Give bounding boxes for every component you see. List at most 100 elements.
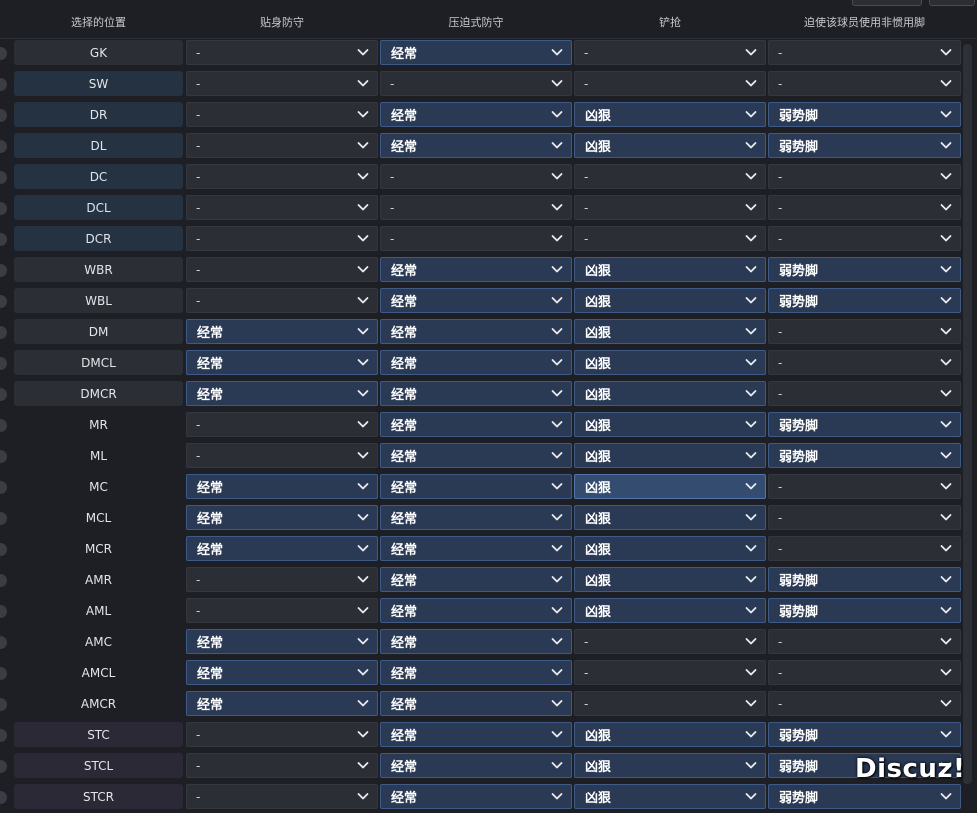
close-marking-dropdown[interactable]: 经常 xyxy=(186,505,378,530)
close-marking-dropdown[interactable]: - xyxy=(186,567,378,592)
weaker-foot-dropdown[interactable]: - xyxy=(768,505,961,530)
pressing-dropdown[interactable]: - xyxy=(380,226,572,251)
weaker-foot-dropdown[interactable]: 弱势脚 xyxy=(768,133,961,158)
close-marking-dropdown[interactable]: 经常 xyxy=(186,536,378,561)
close-marking-dropdown[interactable]: - xyxy=(186,784,378,809)
check-circle-icon[interactable] xyxy=(0,605,7,618)
pressing-dropdown[interactable]: 经常 xyxy=(380,691,572,716)
close-marking-dropdown[interactable]: 经常 xyxy=(186,660,378,685)
tackling-dropdown[interactable]: 凶狠 xyxy=(574,257,766,282)
weaker-foot-dropdown[interactable]: 弱势脚 xyxy=(768,567,961,592)
check-circle-icon[interactable] xyxy=(0,512,7,525)
weaker-foot-dropdown[interactable]: 弱势脚 xyxy=(768,598,961,623)
pressing-dropdown[interactable]: 经常 xyxy=(380,102,572,127)
close-marking-dropdown[interactable]: 经常 xyxy=(186,629,378,654)
close-marking-dropdown[interactable]: 经常 xyxy=(186,350,378,375)
pressing-dropdown[interactable]: 经常 xyxy=(380,257,572,282)
check-circle-icon[interactable] xyxy=(0,698,7,711)
weaker-foot-dropdown[interactable]: - xyxy=(768,474,961,499)
tackling-dropdown[interactable]: 凶狠 xyxy=(574,722,766,747)
scrollbar-thumb[interactable] xyxy=(963,44,972,784)
close-marking-dropdown[interactable]: - xyxy=(186,443,378,468)
pressing-dropdown[interactable]: 经常 xyxy=(380,474,572,499)
weaker-foot-dropdown[interactable]: 弱势脚 xyxy=(768,257,961,282)
close-marking-dropdown[interactable]: 经常 xyxy=(186,474,378,499)
check-circle-icon[interactable] xyxy=(0,760,7,773)
check-circle-icon[interactable] xyxy=(0,729,7,742)
weaker-foot-dropdown[interactable]: 弱势脚 xyxy=(768,722,961,747)
weaker-foot-dropdown[interactable]: - xyxy=(768,40,961,65)
tackling-dropdown[interactable]: - xyxy=(574,629,766,654)
close-marking-dropdown[interactable]: - xyxy=(186,412,378,437)
pressing-dropdown[interactable]: 经常 xyxy=(380,443,572,468)
pressing-dropdown[interactable]: 经常 xyxy=(380,40,572,65)
pressing-dropdown[interactable]: 经常 xyxy=(380,629,572,654)
check-circle-icon[interactable] xyxy=(0,78,7,91)
pressing-dropdown[interactable]: 经常 xyxy=(380,753,572,778)
tackling-dropdown[interactable]: 凶狠 xyxy=(574,474,766,499)
pressing-dropdown[interactable]: 经常 xyxy=(380,567,572,592)
close-marking-dropdown[interactable]: - xyxy=(186,722,378,747)
pressing-dropdown[interactable]: - xyxy=(380,71,572,96)
check-circle-icon[interactable] xyxy=(0,419,7,432)
close-marking-dropdown[interactable]: - xyxy=(186,71,378,96)
close-marking-dropdown[interactable]: - xyxy=(186,133,378,158)
weaker-foot-dropdown[interactable]: 弱势脚 xyxy=(768,288,961,313)
close-marking-dropdown[interactable]: - xyxy=(186,257,378,282)
tackling-dropdown[interactable]: 凶狠 xyxy=(574,567,766,592)
weaker-foot-dropdown[interactable]: 弱势脚 xyxy=(768,412,961,437)
tackling-dropdown[interactable]: - xyxy=(574,226,766,251)
check-circle-icon[interactable] xyxy=(0,264,7,277)
tackling-dropdown[interactable]: 凶狠 xyxy=(574,102,766,127)
close-marking-dropdown[interactable]: - xyxy=(186,226,378,251)
weaker-foot-dropdown[interactable]: - xyxy=(768,691,961,716)
check-circle-icon[interactable] xyxy=(0,481,7,494)
pressing-dropdown[interactable]: 经常 xyxy=(380,598,572,623)
pressing-dropdown[interactable]: - xyxy=(380,164,572,189)
tackling-dropdown[interactable]: 凶狠 xyxy=(574,598,766,623)
pressing-dropdown[interactable]: 经常 xyxy=(380,381,572,406)
tackling-dropdown[interactable]: - xyxy=(574,691,766,716)
check-circle-icon[interactable] xyxy=(0,543,7,556)
check-circle-icon[interactable] xyxy=(0,667,7,680)
weaker-foot-dropdown[interactable]: - xyxy=(768,164,961,189)
check-circle-icon[interactable] xyxy=(0,233,7,246)
tackling-dropdown[interactable]: - xyxy=(574,195,766,220)
close-marking-dropdown[interactable]: - xyxy=(186,598,378,623)
tackling-dropdown[interactable]: 凶狠 xyxy=(574,536,766,561)
weaker-foot-dropdown[interactable]: 弱势脚 xyxy=(768,102,961,127)
tackling-dropdown[interactable]: 凶狠 xyxy=(574,319,766,344)
pressing-dropdown[interactable]: 经常 xyxy=(380,319,572,344)
tackling-dropdown[interactable]: 凶狠 xyxy=(574,443,766,468)
weaker-foot-dropdown[interactable]: 弱势脚 xyxy=(768,784,961,809)
pressing-dropdown[interactable]: 经常 xyxy=(380,722,572,747)
check-circle-icon[interactable] xyxy=(0,791,7,804)
weaker-foot-dropdown[interactable]: - xyxy=(768,381,961,406)
weaker-foot-dropdown[interactable]: 弱势脚 xyxy=(768,443,961,468)
tackling-dropdown[interactable]: - xyxy=(574,71,766,96)
check-circle-icon[interactable] xyxy=(0,450,7,463)
check-circle-icon[interactable] xyxy=(0,109,7,122)
pressing-dropdown[interactable]: 经常 xyxy=(380,660,572,685)
check-circle-icon[interactable] xyxy=(0,326,7,339)
weaker-foot-dropdown[interactable]: - xyxy=(768,629,961,654)
tackling-dropdown[interactable]: 凶狠 xyxy=(574,350,766,375)
tackling-dropdown[interactable]: 凶狠 xyxy=(574,381,766,406)
close-marking-dropdown[interactable]: - xyxy=(186,288,378,313)
close-marking-dropdown[interactable]: 经常 xyxy=(186,691,378,716)
pressing-dropdown[interactable]: 经常 xyxy=(380,536,572,561)
tackling-dropdown[interactable]: 凶狠 xyxy=(574,288,766,313)
check-circle-icon[interactable] xyxy=(0,574,7,587)
weaker-foot-dropdown[interactable]: - xyxy=(768,350,961,375)
close-marking-dropdown[interactable]: - xyxy=(186,40,378,65)
tackling-dropdown[interactable]: - xyxy=(574,40,766,65)
tackling-dropdown[interactable]: 凶狠 xyxy=(574,784,766,809)
close-marking-dropdown[interactable]: - xyxy=(186,102,378,127)
pressing-dropdown[interactable]: 经常 xyxy=(380,784,572,809)
tackling-dropdown[interactable]: - xyxy=(574,164,766,189)
close-marking-dropdown[interactable]: - xyxy=(186,753,378,778)
check-circle-icon[interactable] xyxy=(0,388,7,401)
close-marking-dropdown[interactable]: - xyxy=(186,164,378,189)
pressing-dropdown[interactable]: 经常 xyxy=(380,350,572,375)
tackling-dropdown[interactable]: - xyxy=(574,660,766,685)
